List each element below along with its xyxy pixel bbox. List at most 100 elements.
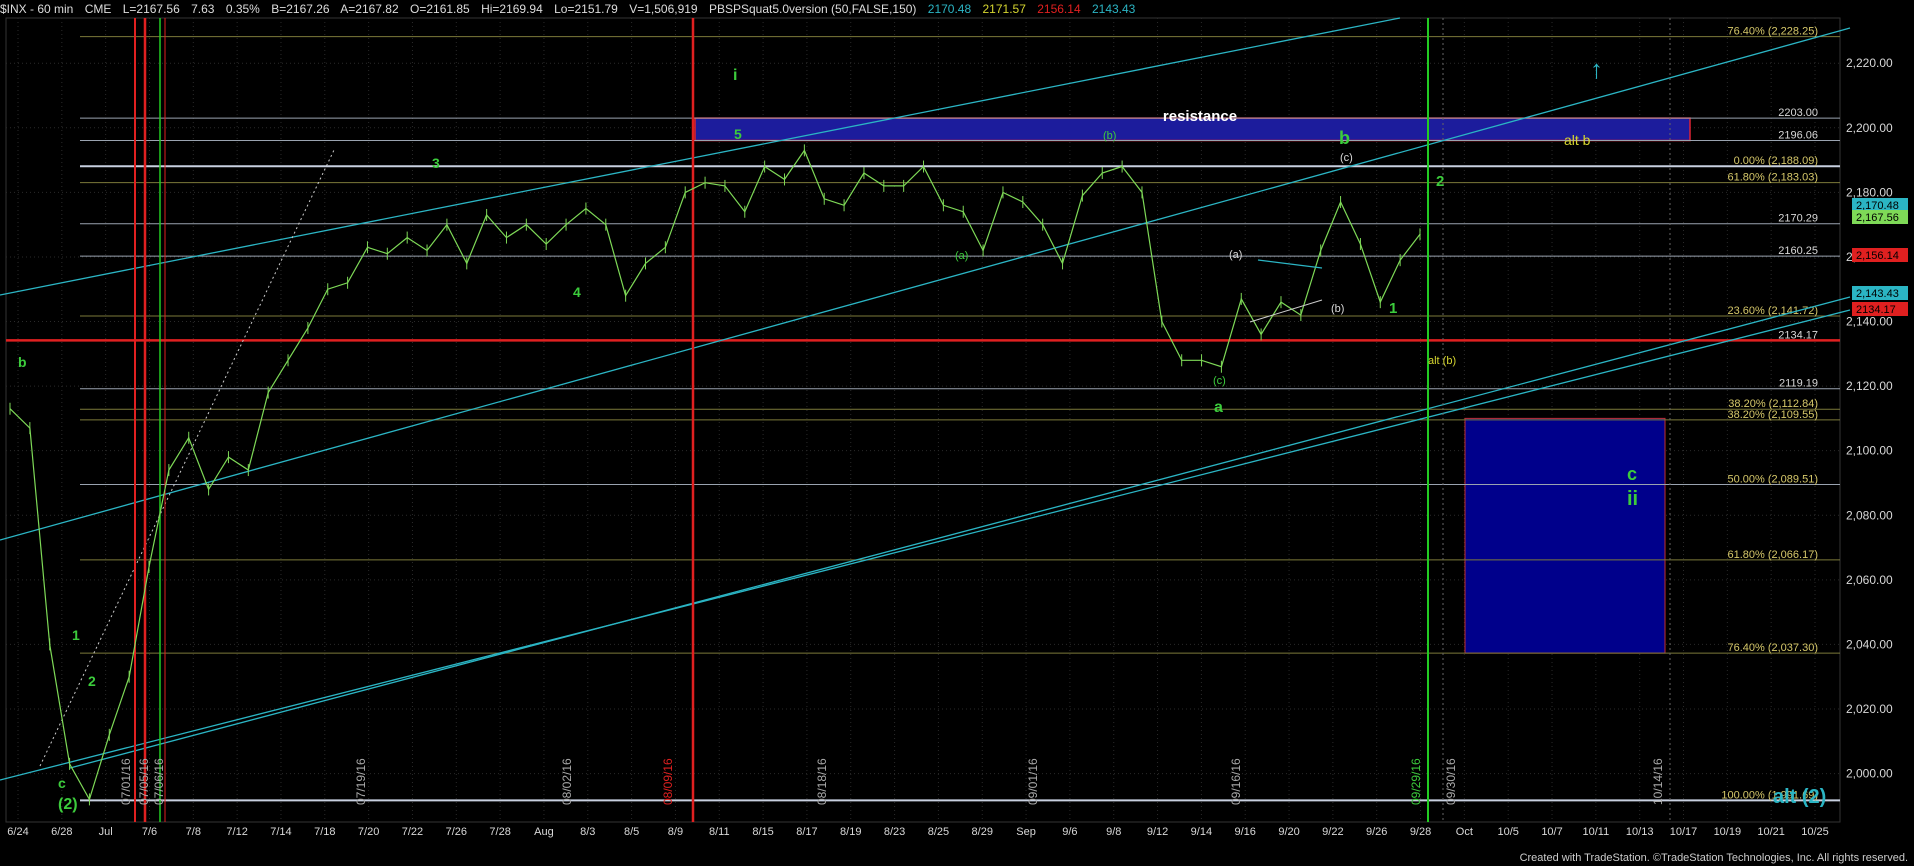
level-label: 2170.29	[1778, 213, 1818, 225]
x-tick-label: 7/22	[402, 826, 423, 838]
y-tick-label: 2,060.00	[1846, 573, 1893, 587]
x-tick-label: 8/9	[668, 826, 683, 838]
annotation-label: ↑	[1590, 54, 1603, 84]
x-tick-label: 9/6	[1062, 826, 1077, 838]
x-tick-label: 10/17	[1670, 826, 1698, 838]
x-tick-label: 9/8	[1106, 826, 1121, 838]
target-box	[1464, 417, 1666, 654]
annotation-label: alt b	[1564, 132, 1591, 148]
x-tick-label: 7/12	[226, 826, 247, 838]
credits: Created with TradeStation. ©TradeStation…	[1519, 852, 1908, 864]
x-tick-label: 9/26	[1366, 826, 1387, 838]
annotation-label: a	[1214, 399, 1223, 416]
channel-line	[39, 147, 336, 767]
x-tick-label: 8/17	[796, 826, 817, 838]
annotation-label: 2	[88, 673, 96, 689]
y-tick-label: 2,120.00	[1846, 379, 1893, 393]
x-tick-label: 7/18	[314, 826, 335, 838]
x-tick-label: 9/12	[1147, 826, 1168, 838]
x-tick-label: 10/11	[1582, 826, 1609, 838]
x-tick-label: 6/24	[7, 826, 28, 838]
annotation-label: 5	[734, 126, 742, 142]
vertical-date-label: 08/18/16	[815, 758, 829, 805]
x-tick-label: 7/28	[489, 826, 510, 838]
x-tick-label: 8/5	[624, 826, 639, 838]
vertical-date-label: 08/02/16	[560, 758, 574, 805]
annotation-label: ii	[1627, 488, 1638, 510]
vertical-date-label: 07/05/16	[137, 758, 151, 805]
annotation-label: alt (2)	[1773, 786, 1826, 808]
annotation-label: (b)	[1103, 130, 1116, 142]
level-label: 23.60% (2,141.72)	[1727, 305, 1818, 317]
price-tag-label: 2,156.14	[1856, 250, 1899, 262]
vertical-date-label: 09/30/16	[1444, 758, 1458, 805]
y-tick-label: 2,140.00	[1846, 315, 1893, 329]
annotation-label: 2	[1436, 173, 1444, 190]
trend-segment	[1249, 299, 1323, 323]
level-label: 2160.25	[1778, 245, 1818, 257]
vertical-date-label: 09/16/16	[1229, 758, 1243, 805]
x-tick-label: 10/5	[1497, 826, 1518, 838]
vertical-date-label: 07/19/16	[354, 758, 368, 805]
x-tick-label: 8/11	[709, 826, 730, 838]
price-chart[interactable]: 76.40% (2,228.25) 2203.00 2196.06 0.00% (2,…	[0, 0, 1914, 866]
annotation-label: c	[1627, 464, 1637, 484]
level-label: 50.00% (2,089.51)	[1727, 474, 1818, 486]
level-label: 61.80% (2,183.03)	[1727, 172, 1818, 184]
y-tick-label: 2,100.00	[1846, 444, 1893, 458]
y-tick-label: 2,200.00	[1846, 121, 1893, 135]
annotation-label: b	[18, 354, 27, 370]
x-tick-label: 8/25	[928, 826, 949, 838]
level-label: 2203.00	[1778, 107, 1818, 119]
x-tick-label: 8/3	[580, 826, 595, 838]
x-tick-label: 8/29	[972, 826, 993, 838]
level-label: 76.40% (2,037.30)	[1727, 642, 1818, 654]
annotation-label: 3	[432, 155, 440, 171]
price-series	[9, 149, 1421, 801]
annotation-label: b	[1339, 128, 1350, 148]
level-label: 38.20% (2,109.55)	[1727, 409, 1818, 421]
x-tick-label: 10/13	[1626, 826, 1654, 838]
annotation-label: 1	[72, 627, 80, 643]
x-tick-label: 10/7	[1541, 826, 1562, 838]
level-label: 61.80% (2,066.17)	[1727, 549, 1818, 561]
x-tick-label: 7/6	[142, 826, 157, 838]
x-tick-label: Sep	[1016, 826, 1036, 838]
level-label: 2119.19	[1779, 378, 1818, 390]
x-tick-label: 7/14	[270, 826, 291, 838]
annotation-label: (a)	[955, 250, 968, 262]
annotation-label: 1	[1389, 300, 1397, 317]
price-tag-label: 2,167.56	[1856, 212, 1899, 224]
level-label: 76.40% (2,228.25)	[1727, 26, 1818, 38]
x-tick-label: Aug	[534, 826, 554, 838]
level-label: 2134.17	[1778, 329, 1818, 341]
y-tick-label: 2,020.00	[1846, 702, 1893, 716]
annotation-label: 4	[573, 284, 581, 300]
x-tick-label: 8/23	[884, 826, 905, 838]
x-tick-label: Jul	[99, 826, 113, 838]
annotation-label: (c)	[1213, 375, 1226, 387]
x-tick-label: 10/21	[1757, 826, 1785, 838]
x-tick-label: 10/19	[1714, 826, 1742, 838]
annotation-label: i	[733, 67, 737, 84]
y-tick-label: 2,000.00	[1846, 767, 1893, 781]
annotation-label: alt (b)	[1428, 355, 1456, 367]
y-tick-label: 2,180.00	[1846, 185, 1893, 199]
y-tick-label: 2,220.00	[1846, 56, 1893, 70]
annotation-label: c	[58, 775, 66, 791]
vertical-date-label: 08/09/16	[661, 758, 675, 805]
x-tick-label: 9/28	[1410, 826, 1431, 838]
x-tick-label: 9/16	[1235, 826, 1256, 838]
vertical-date-label: 10/14/16	[1651, 758, 1665, 805]
x-tick-label: 9/14	[1191, 826, 1212, 838]
vertical-date-label: 09/29/16	[1409, 758, 1423, 805]
price-tag-label: 2134.17	[1856, 304, 1896, 316]
x-tick-label: 10/25	[1801, 826, 1829, 838]
x-tick-label: 7/20	[358, 826, 379, 838]
x-tick-label: 8/15	[752, 826, 773, 838]
y-tick-label: 2,080.00	[1846, 508, 1893, 522]
trend-segment	[1257, 259, 1323, 269]
level-label: 2196.06	[1778, 130, 1818, 142]
vertical-date-label: 07/01/16	[119, 758, 133, 805]
x-tick-label: 8/19	[840, 826, 861, 838]
